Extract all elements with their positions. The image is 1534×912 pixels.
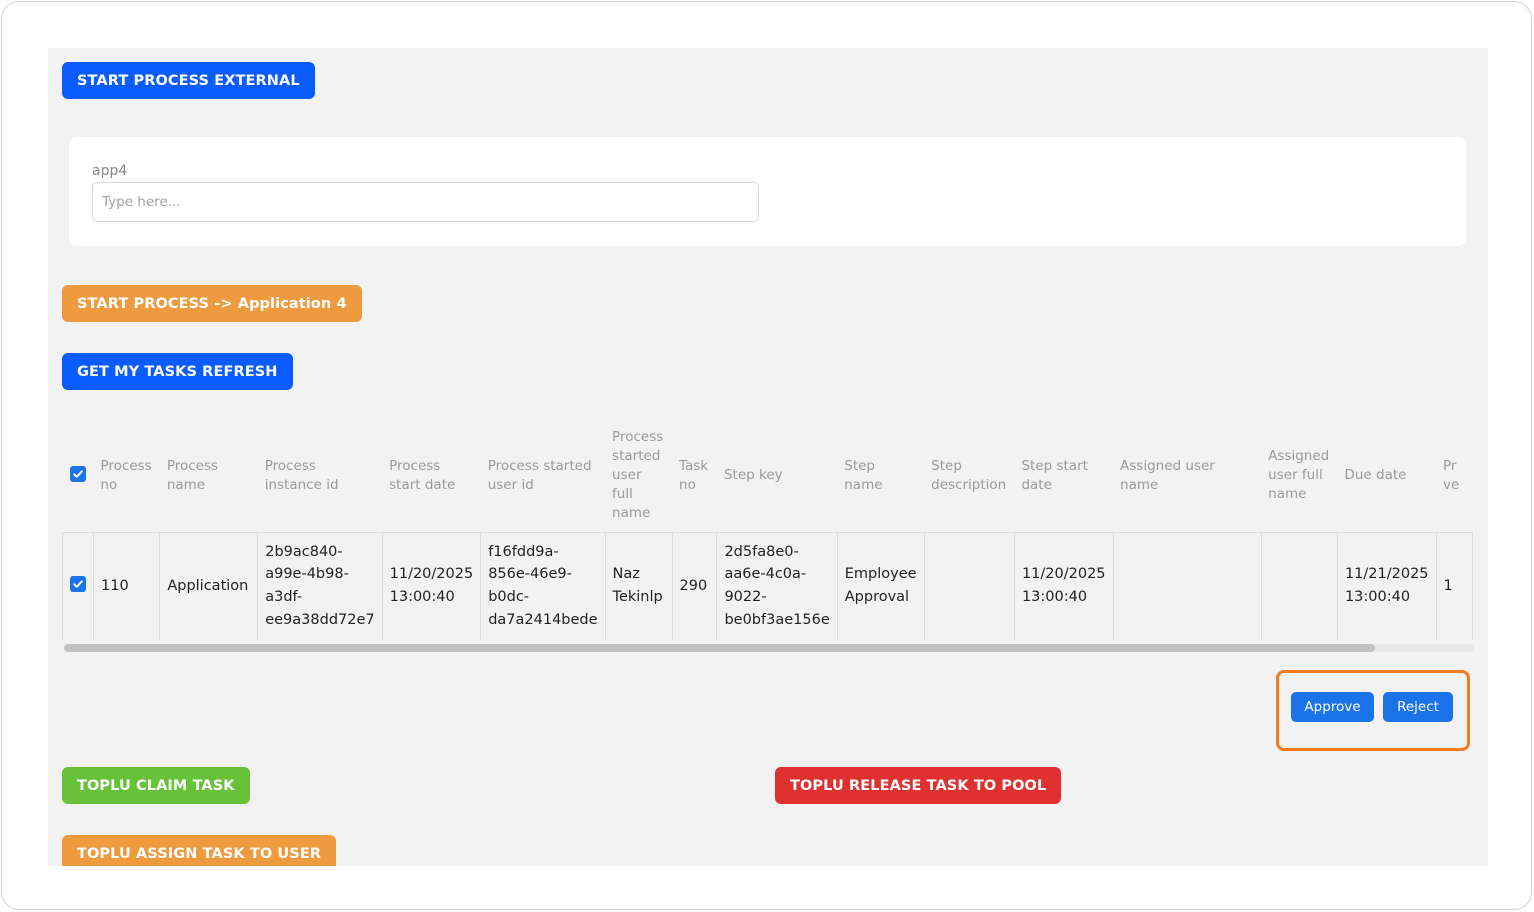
app4-input[interactable]: [92, 182, 759, 222]
header-select-cell: [62, 420, 94, 533]
table-cell: 290: [672, 532, 718, 640]
content-area: START PROCESS EXTERNAL app4 START PROCES…: [48, 48, 1488, 866]
table-cell: 11/20/2025 13:00:40: [1014, 532, 1114, 640]
header-checkbox[interactable]: [69, 465, 86, 482]
table-cell: 1: [1436, 532, 1473, 640]
app4-label: app4: [92, 163, 128, 179]
tasks-table: Process no Process name Process instance…: [62, 420, 1473, 640]
reject-button[interactable]: Reject: [1383, 692, 1453, 722]
column-header[interactable]: Process name: [159, 420, 258, 533]
table-cell: 2d5fa8e0-aa6e-4c0a-9022-be0bf3ae156e: [716, 532, 838, 640]
form-card: app4: [69, 137, 1466, 246]
row-checkbox[interactable]: [70, 575, 86, 592]
table-cell: 110: [93, 532, 161, 640]
get-my-tasks-refresh-button[interactable]: GET MY TASKS REFRESH: [62, 353, 293, 390]
row-select-cell: [62, 532, 94, 640]
table-cell: Application: [159, 532, 259, 640]
column-header[interactable]: Assigned user full name: [1261, 420, 1338, 533]
table-cell: [1261, 532, 1338, 640]
table-header-row: Process no Process name Process instance…: [62, 420, 1473, 533]
scrollbar-thumb[interactable]: [64, 644, 1375, 652]
column-header[interactable]: Process start date: [382, 420, 481, 533]
column-header[interactable]: Process started user full name: [605, 420, 673, 533]
table-cell: f16fdd9a-856e-46e9-b0dc-da7a2414bede: [480, 532, 606, 640]
table-cell: [1113, 532, 1262, 640]
app-frame: START PROCESS EXTERNAL app4 START PROCES…: [1, 1, 1532, 910]
table-cell: 11/20/2025 13:00:40: [382, 532, 482, 640]
column-header[interactable]: Step description: [924, 420, 1015, 533]
column-header[interactable]: Assigned user name: [1113, 420, 1262, 533]
column-header[interactable]: Process instance id: [257, 420, 383, 533]
column-header[interactable]: Due date: [1337, 420, 1437, 533]
start-process-external-button[interactable]: START PROCESS EXTERNAL: [62, 62, 315, 99]
toplu-assign-task-button[interactable]: TOPLU ASSIGN TASK TO USER: [62, 835, 337, 866]
table-cell: Naz Tekinlp: [605, 532, 673, 640]
column-header[interactable]: Pr ve: [1436, 420, 1473, 533]
column-header[interactable]: Task no: [672, 420, 717, 533]
column-header[interactable]: Process no: [93, 420, 160, 533]
horizontal-scrollbar[interactable]: [64, 644, 1474, 652]
table-row[interactable]: 110 Application 2b9ac840-a99e-4b98-a3df-…: [62, 532, 1473, 640]
toplu-release-task-button[interactable]: TOPLU RELEASE TASK TO POOL: [775, 767, 1062, 804]
start-process-app4-button[interactable]: START PROCESS -> Application 4: [62, 285, 362, 322]
column-header[interactable]: Step name: [837, 420, 925, 533]
table-cell: [924, 532, 1015, 640]
column-header[interactable]: Step start date: [1014, 420, 1114, 533]
table-cell: 11/21/2025 13:00:40: [1337, 532, 1437, 640]
approval-actions-highlight: Approve Reject: [1276, 670, 1470, 751]
table-cell: Employee Approval: [837, 532, 925, 640]
table-cell: 2b9ac840-a99e-4b98-a3df-ee9a38dd72e7: [257, 532, 383, 640]
column-header[interactable]: Process started user id: [480, 420, 606, 533]
checkmark-icon: [72, 470, 83, 478]
tasks-table-container: Process no Process name Process instance…: [62, 420, 1473, 640]
column-header[interactable]: Step key: [716, 420, 838, 533]
toplu-claim-task-button[interactable]: TOPLU CLAIM TASK: [62, 767, 250, 804]
checkmark-icon: [73, 580, 83, 588]
approve-button[interactable]: Approve: [1291, 692, 1374, 722]
